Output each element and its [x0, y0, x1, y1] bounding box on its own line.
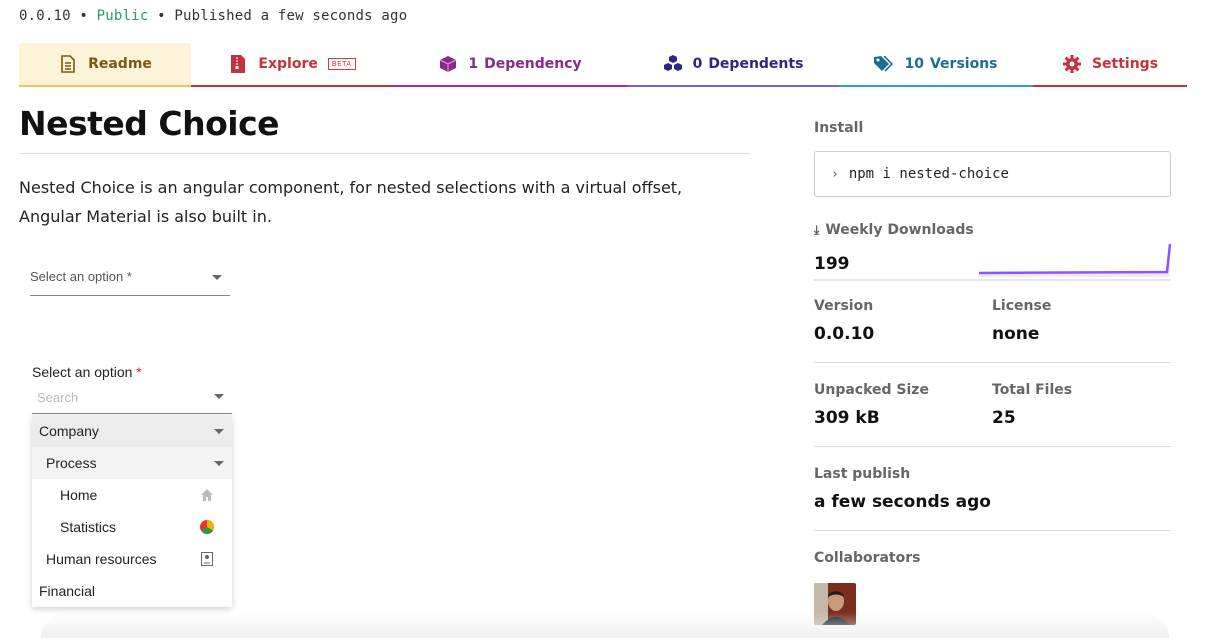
prompt-chevron-icon: › [831, 166, 839, 182]
tab-versions[interactable]: 10 Versions [839, 43, 1033, 87]
dependents-count: 0 [692, 56, 703, 72]
tab-dependency-label: Dependency [484, 56, 582, 72]
package-tabs: Readme Explore BETA 1 Dependency 0 Depen… [19, 43, 1187, 87]
required-marker: * [136, 364, 142, 380]
demo-select-collapsed[interactable]: Select an option * [30, 262, 230, 296]
bottom-shadow [40, 612, 1170, 638]
last-publish-label: Last publish [814, 466, 911, 482]
option-label: Statistics [60, 519, 117, 535]
tab-dependency[interactable]: 1 Dependency [393, 43, 627, 87]
tab-explore-label: Explore [258, 56, 318, 72]
unpacked-size-label: Unpacked Size [814, 382, 929, 398]
option-human-resources[interactable]: Human resources [32, 543, 232, 575]
tab-dependents[interactable]: 0 Dependents [627, 43, 839, 87]
tab-settings[interactable]: Settings [1033, 43, 1187, 87]
package-meta-line: 0.0.10 • Public • Published a few second… [19, 8, 407, 24]
cube-icon [438, 54, 458, 74]
meta-visibility: Public [96, 8, 149, 24]
meta-separator: • [70, 8, 97, 24]
tab-explore[interactable]: Explore BETA [191, 43, 393, 87]
nested-options-dropdown: Company Process Home Statistics Human re… [32, 415, 232, 607]
install-label: Install [814, 120, 864, 136]
tags-icon [874, 54, 894, 74]
package-description: Nested Choice is an angular component, f… [19, 178, 683, 226]
download-icon: ⤓ [814, 222, 820, 237]
install-command: npm i nested-choice [848, 166, 1009, 182]
option-label: Financial [39, 583, 96, 599]
chevron-down-icon[interactable] [214, 394, 224, 399]
sidebar-divider [814, 530, 1171, 531]
title-divider [19, 153, 750, 154]
install-command-box[interactable]: › npm i nested-choice [814, 151, 1171, 197]
weekly-downloads-header: ⤓ Weekly Downloads [814, 222, 974, 238]
versions-count: 10 [904, 56, 924, 72]
downloads-sparkline [978, 243, 1172, 277]
option-label: Home [60, 487, 98, 503]
beta-badge: BETA [327, 58, 356, 70]
chevron-down-icon [214, 429, 224, 434]
license-label: License [992, 298, 1052, 314]
total-files-value: 25 [992, 408, 1016, 428]
option-label: Company [39, 423, 99, 439]
select-placeholder: Select an option * [30, 269, 132, 284]
search-input[interactable] [32, 386, 202, 405]
option-financial[interactable]: Financial [32, 575, 232, 607]
file-zip-icon [228, 54, 248, 74]
select-label-text: Select an option [32, 364, 133, 380]
dependency-count: 1 [468, 56, 479, 72]
total-files-label: Total Files [992, 382, 1073, 398]
sidebar-divider [814, 446, 1171, 447]
tab-versions-label: Versions [929, 56, 998, 72]
tab-dependents-label: Dependents [708, 56, 804, 72]
option-home[interactable]: Home [32, 479, 232, 511]
chevron-down-icon [212, 275, 222, 280]
license-value: none [992, 324, 1040, 344]
unpacked-size-value: 309 kB [814, 408, 880, 428]
last-publish-value: a few seconds ago [814, 492, 991, 512]
document-icon [58, 54, 78, 74]
demo-select-search [32, 386, 232, 414]
weekly-downloads-value: 199 [814, 254, 850, 274]
tab-settings-label: Settings [1091, 56, 1159, 72]
option-company[interactable]: Company [32, 415, 232, 447]
page-title: Nested Choice [19, 104, 280, 143]
option-process[interactable]: Process [32, 447, 232, 479]
meta-published: Published a few seconds ago [174, 8, 408, 24]
gear-icon [1062, 54, 1082, 74]
version-value: 0.0.10 [814, 324, 875, 344]
meta-version: 0.0.10 [19, 8, 71, 24]
pie-chart-icon [200, 520, 214, 534]
option-label: Process [46, 455, 97, 471]
weekly-downloads-label: Weekly Downloads [825, 222, 974, 238]
version-label: Version [814, 298, 874, 314]
demo-select-label: Select an option * [32, 364, 142, 380]
id-card-icon [200, 552, 214, 566]
cubes-icon [663, 54, 683, 74]
option-statistics[interactable]: Statistics [32, 511, 232, 543]
tab-readme-label: Readme [88, 56, 152, 72]
tab-readme[interactable]: Readme [19, 43, 191, 87]
sidebar-divider [814, 362, 1171, 363]
weekly-downloads-baseline [814, 279, 1171, 281]
collaborators-label: Collaborators [814, 550, 921, 566]
meta-separator: • [148, 8, 175, 24]
chevron-down-icon [214, 461, 224, 466]
option-label: Human resources [46, 551, 157, 567]
home-icon [200, 488, 214, 502]
